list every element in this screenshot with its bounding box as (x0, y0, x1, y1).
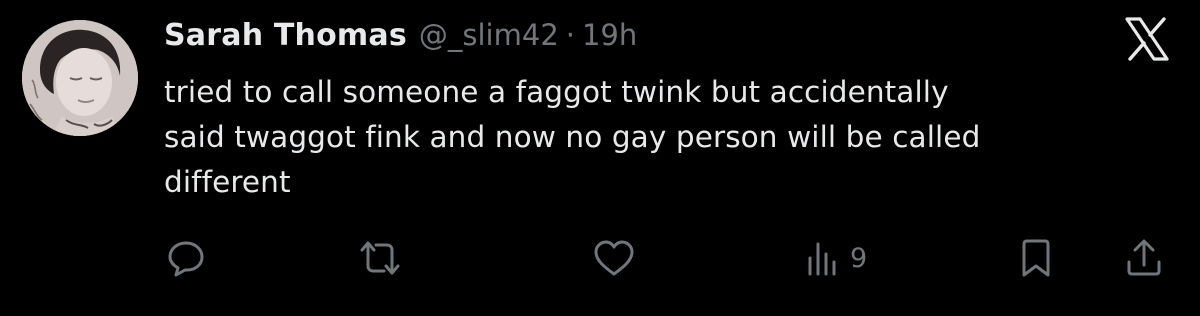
heart-icon (592, 238, 636, 278)
x-logo-icon (1124, 16, 1170, 62)
reply-button[interactable] (166, 238, 206, 278)
retweet-icon (358, 238, 402, 278)
retweet-button[interactable] (358, 238, 402, 278)
reply-icon (166, 238, 206, 278)
tweet-card[interactable]: Sarah Thomas @_slim42 · 19h tried to cal… (0, 0, 1200, 316)
tweet-text: tried to call someone a faggot twink but… (164, 75, 981, 199)
bookmark-icon (1018, 238, 1054, 278)
display-name[interactable]: Sarah Thomas (164, 18, 407, 53)
user-handle[interactable]: @_slim42 (419, 18, 559, 52)
tweet-header: Sarah Thomas @_slim42 · 19h (164, 18, 637, 62)
like-button[interactable] (592, 238, 636, 278)
views-count: 9 (850, 242, 868, 274)
views-button[interactable]: 9 (806, 238, 867, 278)
bookmark-button[interactable] (1018, 238, 1054, 278)
timestamp[interactable]: 19h (582, 18, 637, 52)
views-bar-chart-icon (806, 238, 840, 278)
share-button[interactable] (1124, 238, 1164, 278)
share-icon (1124, 238, 1164, 278)
avatar[interactable] (22, 20, 138, 136)
separator-dot: · (565, 18, 575, 52)
